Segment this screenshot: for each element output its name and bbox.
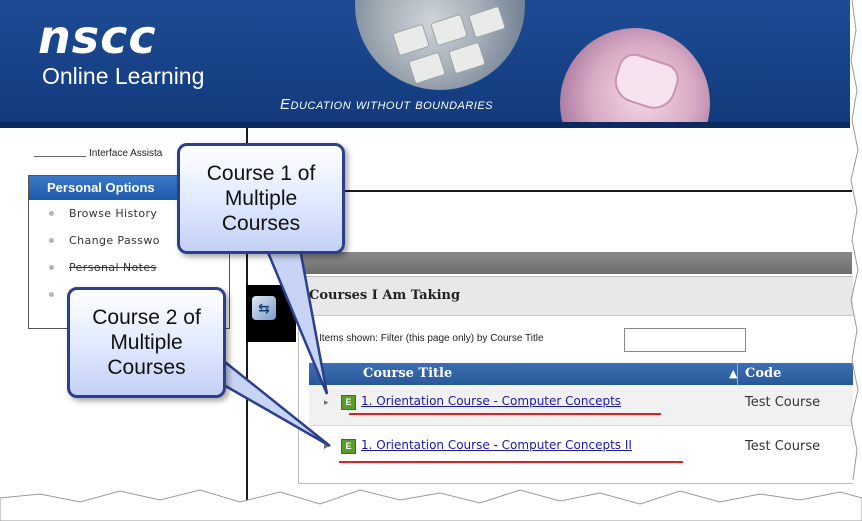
callout-line: Multiple (224, 187, 298, 210)
torn-edge (0, 489, 862, 521)
callout-line: Course 2 of (92, 306, 201, 329)
callout-1-pointer (260, 236, 329, 395)
callout-line: Course 1 of (206, 162, 316, 185)
torn-right-edge (850, 0, 859, 480)
callout-line: Multiple (110, 331, 183, 354)
callout-pointers (218, 236, 331, 448)
callout-2-pointer (218, 355, 331, 448)
callout-line: Courses (107, 356, 186, 379)
callout-line: Courses (221, 212, 301, 235)
callout-course-1: Course 1 of Multiple Courses (177, 143, 345, 254)
callout-course-2: Course 2 of Multiple Courses (67, 287, 226, 398)
